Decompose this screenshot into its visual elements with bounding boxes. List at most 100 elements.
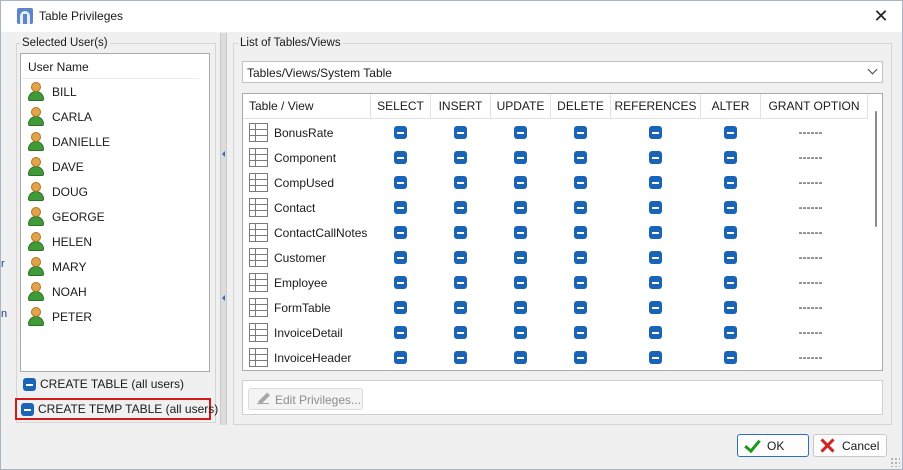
create-table-checkbox[interactable]: CREATE TABLE (all users) [21,374,216,396]
user-list-item[interactable]: DOUG [27,180,197,205]
privilege-checkbox[interactable] [454,301,467,314]
privilege-checkbox[interactable] [454,151,467,164]
privilege-checkbox[interactable] [724,151,737,164]
privilege-checkbox[interactable] [514,301,527,314]
privilege-checkbox[interactable] [574,226,587,239]
column-header[interactable]: UPDATE [491,94,551,119]
privilege-checkbox[interactable] [394,201,407,214]
resize-grip-icon[interactable] [890,457,900,467]
user-list-item[interactable]: PETER [27,305,197,330]
privilege-checkbox[interactable] [649,226,662,239]
privilege-checkbox[interactable] [649,351,662,364]
privilege-checkbox[interactable] [394,126,407,139]
table-row[interactable]: ContactCallNotes ------ [243,220,868,245]
column-header[interactable]: SELECT [371,94,431,119]
user-list-item[interactable]: HELEN [27,230,197,255]
privilege-checkbox[interactable] [514,176,527,189]
privilege-checkbox[interactable] [724,326,737,339]
grid-vertical-scrollbar[interactable] [870,94,882,370]
pane-splitter[interactable] [220,33,227,425]
privilege-checkbox[interactable] [514,276,527,289]
column-header[interactable]: GRANT OPTION [761,94,868,119]
privilege-checkbox[interactable] [454,326,467,339]
privileges-grid[interactable]: Table / View SELECT INSERT UPDATE DELETE REFE… [242,93,883,371]
privilege-checkbox[interactable] [514,326,527,339]
privilege-checkbox[interactable] [394,251,407,264]
privilege-checkbox[interactable] [394,226,407,239]
user-list-item[interactable]: MARY [27,255,197,280]
privilege-checkbox[interactable] [574,351,587,364]
chevron-down-icon[interactable] [868,65,878,75]
privilege-checkbox[interactable] [724,351,737,364]
table-row[interactable]: Component ------ [243,145,868,170]
edit-privileges-button[interactable]: Edit Privileges... [248,388,363,410]
privilege-checkbox[interactable] [649,301,662,314]
privilege-checkbox[interactable] [649,126,662,139]
privilege-checkbox[interactable] [394,151,407,164]
privilege-checkbox[interactable] [454,201,467,214]
scrollbar-thumb[interactable] [875,111,877,227]
privilege-checkbox[interactable] [514,251,527,264]
ok-button[interactable]: OK [737,434,809,457]
user-name-column-header[interactable]: User Name [21,54,199,79]
privilege-checkbox[interactable] [454,276,467,289]
privilege-checkbox[interactable] [454,351,467,364]
privilege-checkbox[interactable] [394,351,407,364]
column-header[interactable]: DELETE [551,94,611,119]
privilege-checkbox[interactable] [574,126,587,139]
privilege-checkbox[interactable] [649,151,662,164]
table-row[interactable]: Employee ------ [243,270,868,295]
privilege-checkbox[interactable] [454,251,467,264]
cancel-button[interactable]: Cancel [813,434,887,457]
privilege-checkbox[interactable] [649,176,662,189]
privilege-checkbox[interactable] [649,326,662,339]
privilege-checkbox[interactable] [724,126,737,139]
table-row[interactable]: Contact ------ [243,195,868,220]
privilege-checkbox[interactable] [394,326,407,339]
privilege-checkbox[interactable] [454,126,467,139]
privilege-checkbox[interactable] [514,126,527,139]
column-header[interactable]: Table / View [243,94,371,119]
close-icon[interactable]: ✕ [869,5,893,29]
table-row[interactable]: FormTable ------ [243,295,868,320]
privilege-checkbox[interactable] [514,226,527,239]
privilege-checkbox[interactable] [454,226,467,239]
privilege-checkbox[interactable] [394,176,407,189]
users-scrollbar[interactable] [199,54,209,371]
privilege-checkbox[interactable] [724,251,737,264]
table-row[interactable]: Customer ------ [243,245,868,270]
privilege-checkbox[interactable] [574,251,587,264]
privilege-checkbox[interactable] [724,201,737,214]
privilege-checkbox[interactable] [514,151,527,164]
table-row[interactable]: InvoiceDetail ------ [243,320,868,345]
privilege-checkbox[interactable] [574,176,587,189]
privilege-checkbox[interactable] [724,176,737,189]
privilege-checkbox[interactable] [574,301,587,314]
column-header[interactable]: ALTER [701,94,761,119]
privilege-checkbox[interactable] [649,251,662,264]
user-list-item[interactable]: BILL [27,80,197,105]
privilege-checkbox[interactable] [394,301,407,314]
table-type-dropdown[interactable]: Tables/Views/System Table [242,61,883,83]
privilege-checkbox[interactable] [394,276,407,289]
checkbox-indeterminate-icon[interactable] [23,378,36,391]
table-row[interactable]: InvoiceHeader ------ [243,345,868,370]
privilege-checkbox[interactable] [514,201,527,214]
users-list[interactable]: User Name BILL CARLA DANIELLE DAVE DOUG GEORG… [20,53,210,372]
privilege-checkbox[interactable] [574,151,587,164]
column-header[interactable]: REFERENCES [611,94,701,119]
user-list-item[interactable]: NOAH [27,280,197,305]
user-list-item[interactable]: DAVE [27,155,197,180]
column-header[interactable]: INSERT [431,94,491,119]
checkbox-indeterminate-icon[interactable] [21,403,34,416]
privilege-checkbox[interactable] [454,176,467,189]
privilege-checkbox[interactable] [649,201,662,214]
privilege-checkbox[interactable] [724,301,737,314]
privilege-checkbox[interactable] [574,326,587,339]
privilege-checkbox[interactable] [724,226,737,239]
user-list-item[interactable]: GEORGE [27,205,197,230]
table-row[interactable]: BonusRate ------ [243,120,868,145]
user-list-item[interactable]: CARLA [27,105,197,130]
privilege-checkbox[interactable] [574,201,587,214]
user-list-item[interactable]: DANIELLE [27,130,197,155]
